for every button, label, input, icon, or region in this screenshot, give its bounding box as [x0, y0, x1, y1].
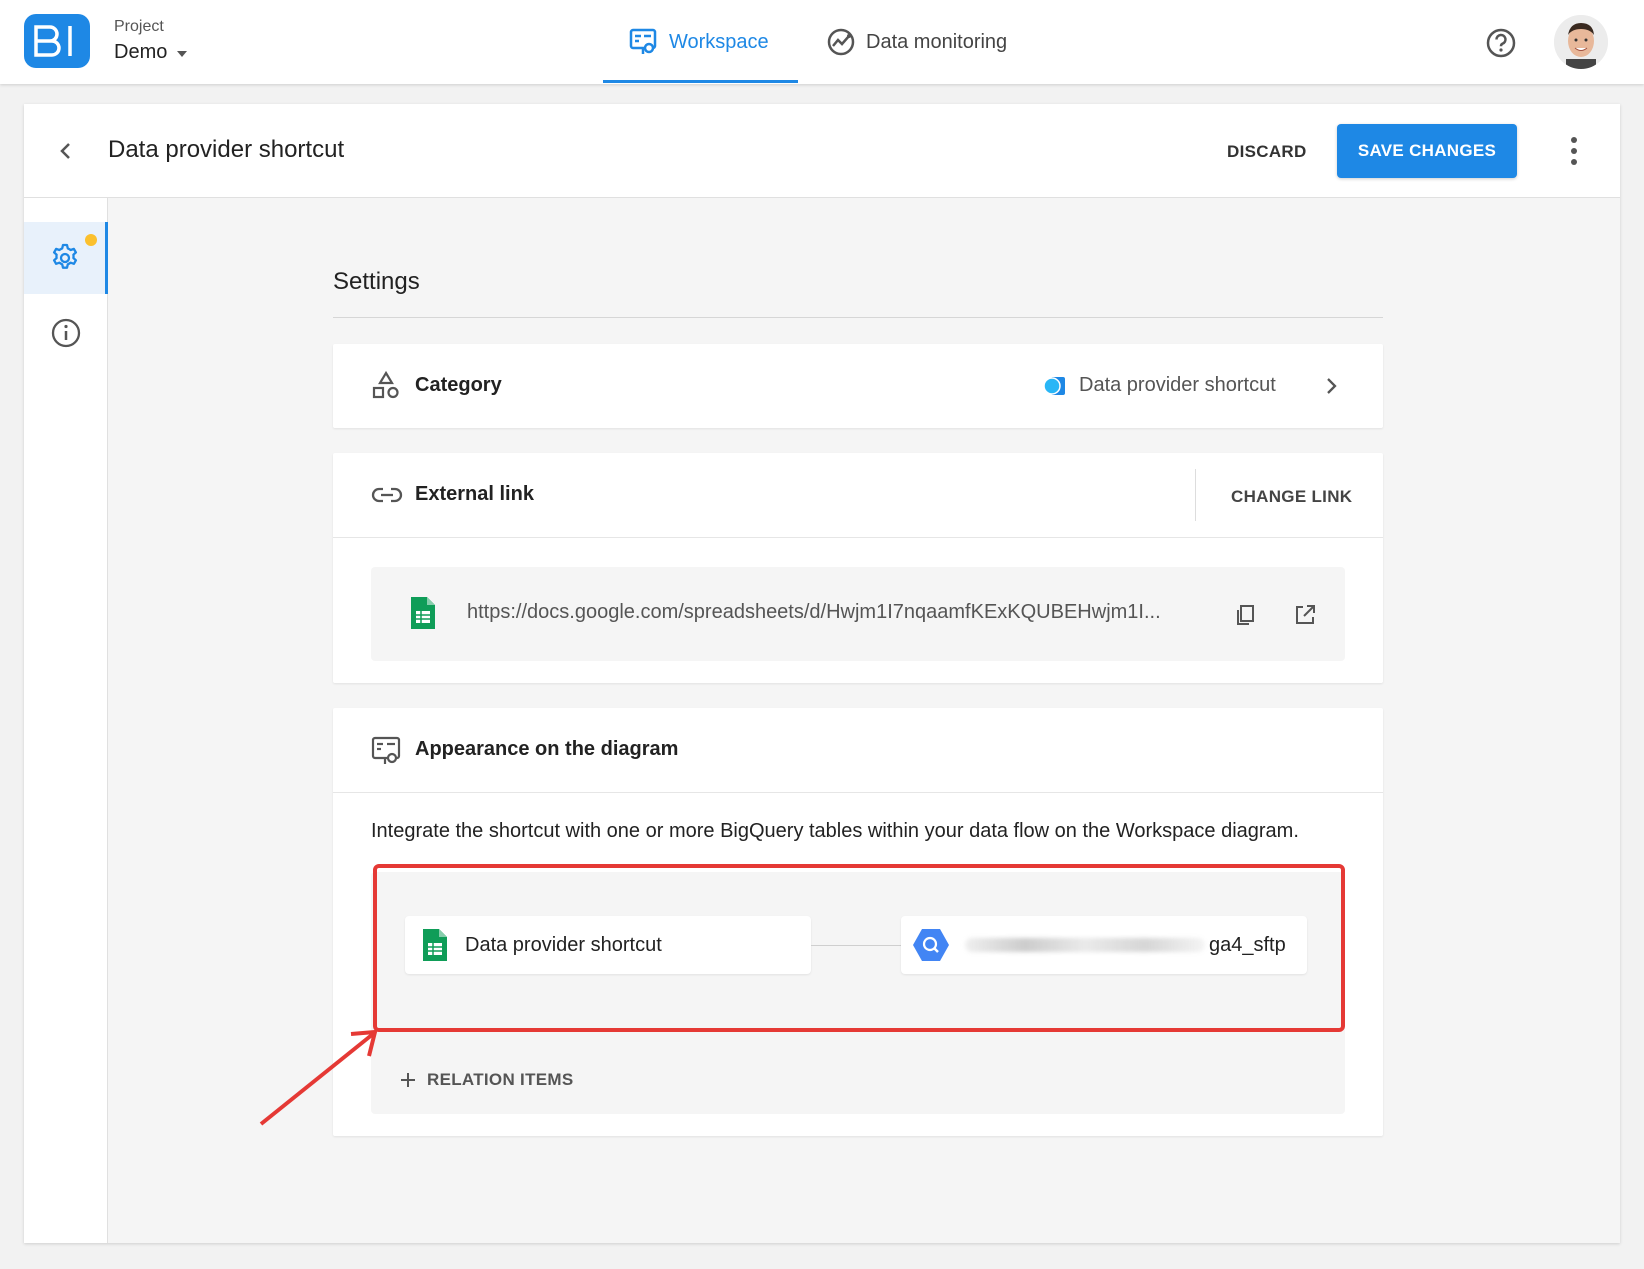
caret-down-icon[interactable] [177, 51, 187, 57]
editor-header: Data provider shortcut DISCARD SAVE CHAN… [24, 104, 1620, 198]
link-icon [371, 487, 403, 503]
relation-items-label: RELATION ITEMS [427, 1070, 574, 1089]
monitoring-icon [827, 28, 855, 56]
open-in-new-icon[interactable] [1293, 603, 1317, 627]
more-vert-icon[interactable] [1568, 134, 1580, 168]
active-tab-indicator [603, 80, 798, 83]
divider [1195, 469, 1196, 521]
tab-data-monitoring[interactable]: Data monitoring [826, 0, 1007, 84]
arrow-annotation [259, 1029, 378, 1126]
url-field: https://docs.google.com/spreadsheets/d/H… [371, 567, 1345, 661]
tab-monitoring-label: Data monitoring [866, 30, 1008, 53]
project-selector[interactable]: Demo [114, 41, 167, 64]
settings-heading: Settings [333, 268, 420, 295]
external-link-label: External link [415, 483, 534, 505]
project-label: Project [114, 18, 164, 35]
appearance-label: Appearance on the diagram [415, 738, 679, 760]
sidebar-item-settings[interactable] [24, 222, 108, 294]
help-icon[interactable] [1485, 27, 1517, 59]
divider [333, 537, 1383, 538]
top-bar: Project Demo Workspace Data monitoring [0, 0, 1644, 84]
shapes-icon [372, 370, 399, 399]
highlight-annotation [373, 864, 1345, 1032]
divider [333, 792, 1383, 793]
discard-button[interactable]: DISCARD [1227, 142, 1307, 162]
side-nav [24, 198, 108, 1243]
chevron-right-icon[interactable] [1321, 374, 1341, 398]
external-link-panel: External link CHANGE LINK https://docs.g… [333, 453, 1383, 683]
category-value-text: Data provider shortcut [1079, 374, 1276, 396]
appearance-description: Integrate the shortcut with one or more … [371, 820, 1299, 842]
page-title: Data provider shortcut [108, 136, 345, 163]
user-avatar[interactable] [1554, 15, 1608, 69]
category-value: Data provider shortcut [1043, 374, 1276, 397]
add-relation-items-button[interactable]: RELATION ITEMS [399, 1070, 574, 1090]
url-text[interactable]: https://docs.google.com/spreadsheets/d/H… [467, 601, 1161, 624]
bi-logo[interactable] [24, 14, 90, 68]
divider [333, 317, 1383, 318]
category-row[interactable]: Category Data provider shortcut [333, 344, 1383, 428]
google-sheets-icon [411, 597, 435, 629]
info-icon[interactable] [50, 317, 82, 349]
plus-icon [401, 1073, 415, 1087]
tab-workspace[interactable]: Workspace [603, 0, 798, 84]
change-link-button[interactable]: CHANGE LINK [1231, 487, 1352, 507]
diagram-icon [371, 736, 401, 764]
gear-icon [52, 243, 78, 269]
back-arrow-icon[interactable] [52, 137, 80, 165]
tab-workspace-label: Workspace [669, 30, 769, 53]
shortcut-type-icon [1043, 376, 1065, 395]
unsaved-badge [85, 234, 97, 246]
category-label: Category [415, 374, 502, 396]
copy-icon[interactable] [1233, 603, 1257, 627]
save-changes-button[interactable]: SAVE CHANGES [1337, 124, 1517, 178]
workspace-icon [629, 28, 657, 54]
